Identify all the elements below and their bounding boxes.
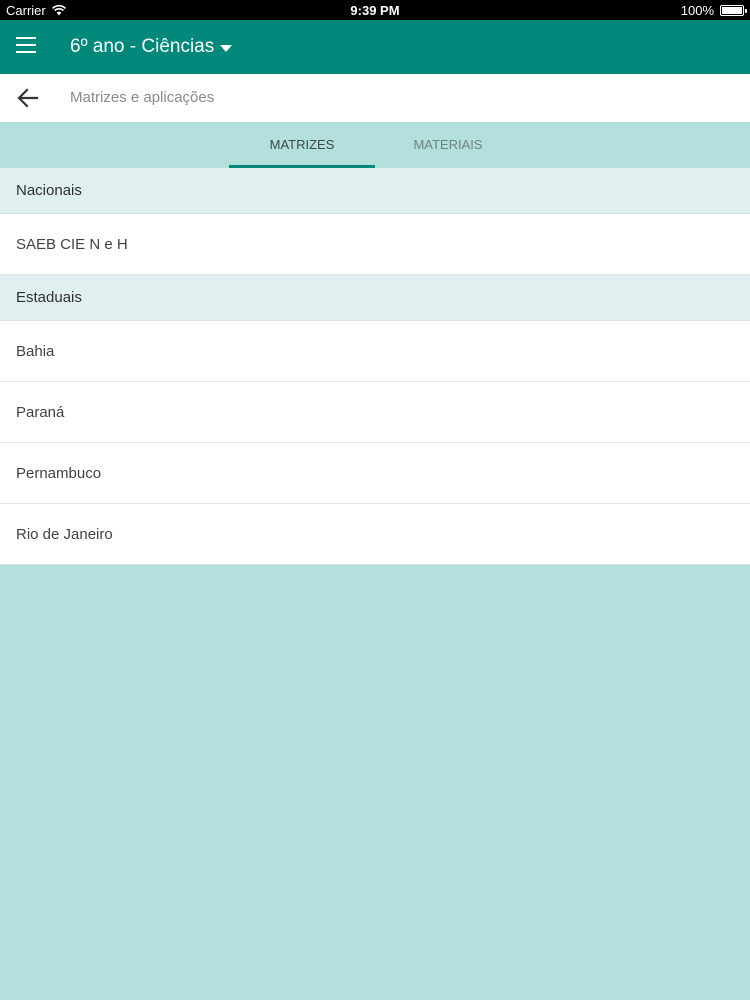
battery-icon [720, 5, 747, 16]
app-bar: 6º ano - Ciências [0, 20, 750, 74]
page-title: Matrizes e aplicações [70, 89, 215, 106]
matrices-list: Nacionais SAEB CIE N e H Estaduais Bahia… [0, 168, 750, 565]
tab-matrizes[interactable]: MATRIZES [229, 122, 375, 168]
menu-icon[interactable] [16, 37, 36, 53]
battery-info: 100% [680, 3, 747, 18]
list-item[interactable]: Bahia [0, 321, 750, 382]
list-item[interactable]: Pernambuco [0, 443, 750, 504]
status-bar: Carrier 9:39 PM 100% [0, 0, 750, 20]
caret-down-icon [220, 44, 233, 52]
list-item[interactable]: SAEB CIE N e H [0, 214, 750, 275]
list-item[interactable]: Rio de Janeiro [0, 504, 750, 565]
tab-bar: MATRIZES MATERIAIS [0, 122, 750, 168]
tab-materiais[interactable]: MATERIAIS [375, 122, 521, 168]
app-title: 6º ano - Ciências [70, 36, 215, 57]
section-header-nacionais: Nacionais [0, 168, 750, 214]
list-item[interactable]: Paraná [0, 382, 750, 443]
sub-header: Matrizes e aplicações [0, 74, 750, 122]
arrow-left-icon[interactable] [14, 84, 42, 112]
section-header-estaduais: Estaduais [0, 275, 750, 321]
battery-percent: 100% [680, 3, 714, 18]
grade-subject-selector[interactable]: 6º ano - Ciências [70, 36, 233, 58]
status-time: 9:39 PM [350, 3, 400, 18]
